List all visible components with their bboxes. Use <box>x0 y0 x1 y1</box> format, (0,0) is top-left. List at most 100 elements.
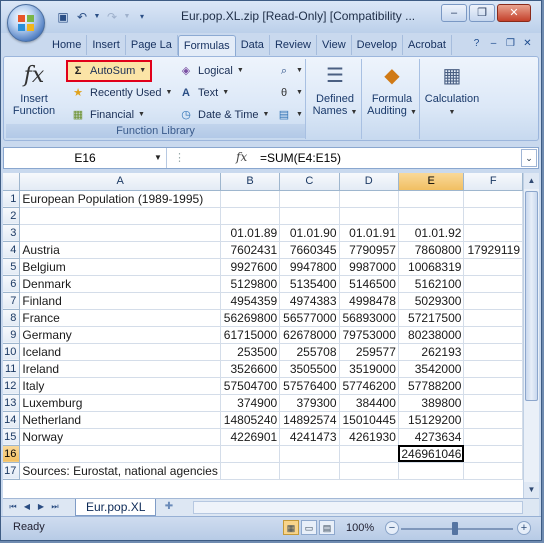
cell-c10[interactable]: 255708 <box>279 343 340 361</box>
formula-auditing-button[interactable]: ◆ Formula Auditing ▼ <box>366 61 418 119</box>
cell-c5[interactable]: 9947800 <box>279 258 340 276</box>
undo-dropdown-icon[interactable]: ▼ <box>93 9 101 25</box>
cell-f6[interactable] <box>463 275 523 293</box>
cell-e2[interactable] <box>398 207 465 225</box>
zoom-in-icon[interactable]: + <box>517 521 531 535</box>
row-header[interactable]: 4 <box>3 241 21 259</box>
redo-dropdown-icon[interactable]: ▼ <box>123 9 131 25</box>
office-button[interactable] <box>7 4 45 42</box>
cell-f16[interactable] <box>463 445 523 463</box>
cell-e6[interactable]: 5162100 <box>398 275 465 293</box>
cell-e12[interactable]: 57788200 <box>398 377 465 395</box>
name-box-dropdown-icon[interactable]: ▼ <box>154 148 162 168</box>
cell-b14[interactable]: 14805240 <box>220 411 281 429</box>
cell-a1[interactable]: European Population (1989-1995) <box>19 190 221 208</box>
cell-a17[interactable]: Sources: Eurostat, national agencies <box>19 462 221 480</box>
cell-b5[interactable]: 9927600 <box>220 258 281 276</box>
cell-e1[interactable] <box>398 190 465 208</box>
cell-b10[interactable]: 253500 <box>220 343 281 361</box>
row-header[interactable]: 10 <box>3 343 21 361</box>
restore-button[interactable]: ❐ <box>469 4 495 22</box>
cell-b1[interactable] <box>220 190 281 208</box>
close-button[interactable]: ✕ <box>497 4 531 22</box>
cell-d10[interactable]: 259577 <box>339 343 399 361</box>
cell-b13[interactable]: 374900 <box>220 394 281 412</box>
cell-b15[interactable]: 4226901 <box>220 428 281 446</box>
cell-c9[interactable]: 62678000 <box>279 326 340 344</box>
redo-icon[interactable]: ↷ <box>104 9 120 25</box>
cell-f8[interactable] <box>463 309 523 327</box>
row-header[interactable]: 6 <box>3 275 21 293</box>
cell-b6[interactable]: 5129800 <box>220 275 281 293</box>
cell-c12[interactable]: 57576400 <box>279 377 340 395</box>
cell-b2[interactable] <box>220 207 281 225</box>
cell-c8[interactable]: 56577000 <box>279 309 340 327</box>
cell-d3[interactable]: 01.01.91 <box>339 224 399 242</box>
date-time-button[interactable]: ◷ Date & Time ▼ <box>178 106 269 124</box>
more-functions-button[interactable]: ▤ ▼ <box>276 106 303 124</box>
cell-a15[interactable]: Norway <box>19 428 221 446</box>
calculation-button[interactable]: ▦ Calculation ▼ <box>422 61 482 119</box>
cell-e4[interactable]: 7860800 <box>398 241 465 259</box>
row-header[interactable]: 1 <box>3 190 21 208</box>
vertical-scroll-thumb[interactable] <box>525 191 538 401</box>
cell-c14[interactable]: 14892574 <box>279 411 340 429</box>
cell-f11[interactable] <box>463 360 523 378</box>
undo-icon[interactable]: ↶ <box>74 9 90 25</box>
cell-d1[interactable] <box>339 190 399 208</box>
column-header-e[interactable]: E <box>398 173 465 191</box>
cell-e16[interactable]: 246961046 <box>398 445 465 463</box>
cell-d9[interactable]: 79753000 <box>339 326 399 344</box>
cell-d13[interactable]: 384400 <box>339 394 399 412</box>
name-box[interactable]: E16 <box>4 148 167 168</box>
cell-a9[interactable]: Germany <box>19 326 221 344</box>
expand-formula-bar-icon[interactable]: ⌄ <box>521 149 537 167</box>
cell-e5[interactable]: 10068319 <box>398 258 465 276</box>
row-header[interactable]: 5 <box>3 258 21 276</box>
tab-home[interactable]: Home <box>47 35 88 55</box>
zoom-out-icon[interactable]: − <box>385 521 399 535</box>
column-header-d[interactable]: D <box>339 173 399 191</box>
tab-acrobat[interactable]: Acrobat <box>403 35 452 55</box>
cell-d17[interactable] <box>339 462 399 480</box>
horizontal-scrollbar[interactable] <box>193 501 523 514</box>
prev-sheet-icon[interactable]: ◀ <box>21 500 33 514</box>
cell-f5[interactable] <box>463 258 523 276</box>
customize-qat-icon[interactable]: ▾ <box>134 9 150 25</box>
cell-e14[interactable]: 15129200 <box>398 411 465 429</box>
column-header-a[interactable]: A <box>19 173 221 191</box>
cell-a2[interactable] <box>19 207 221 225</box>
cell-f13[interactable] <box>463 394 523 412</box>
cell-f17[interactable] <box>463 462 523 480</box>
page-break-view-icon[interactable]: ▤ <box>319 520 335 535</box>
minimize-button[interactable]: – <box>441 4 467 22</box>
tab-formulas[interactable]: Formulas <box>177 35 236 57</box>
cell-c7[interactable]: 4974383 <box>279 292 340 310</box>
cell-c17[interactable] <box>279 462 340 480</box>
select-all-corner[interactable] <box>3 173 21 191</box>
scroll-up-icon[interactable]: ▲ <box>524 173 539 189</box>
logical-button[interactable]: ◈ Logical ▼ <box>178 62 244 80</box>
cell-d14[interactable]: 15010445 <box>339 411 399 429</box>
last-sheet-icon[interactable]: ⏭ <box>49 500 61 514</box>
row-header[interactable]: 3 <box>3 224 21 242</box>
cell-a5[interactable]: Belgium <box>19 258 221 276</box>
cell-c3[interactable]: 01.01.90 <box>279 224 340 242</box>
cell-f2[interactable] <box>463 207 523 225</box>
cell-b8[interactable]: 56269800 <box>220 309 281 327</box>
save-icon[interactable]: ▣ <box>55 9 71 25</box>
cell-d4[interactable]: 7790957 <box>339 241 399 259</box>
row-header[interactable]: 2 <box>3 207 21 225</box>
cell-c13[interactable]: 379300 <box>279 394 340 412</box>
row-header[interactable]: 16 <box>3 445 21 463</box>
cell-a12[interactable]: Italy <box>19 377 221 395</box>
tab-page-layout[interactable]: Page La <box>126 35 178 55</box>
cell-e8[interactable]: 57217500 <box>398 309 465 327</box>
ribbon-minimize-icon[interactable]: – <box>486 36 501 51</box>
cell-b9[interactable]: 61715000 <box>220 326 281 344</box>
cell-f3[interactable] <box>463 224 523 242</box>
cell-c2[interactable] <box>279 207 340 225</box>
cell-d12[interactable]: 57746200 <box>339 377 399 395</box>
cell-f7[interactable] <box>463 292 523 310</box>
ribbon-close-icon[interactable]: ✕ <box>520 36 535 51</box>
